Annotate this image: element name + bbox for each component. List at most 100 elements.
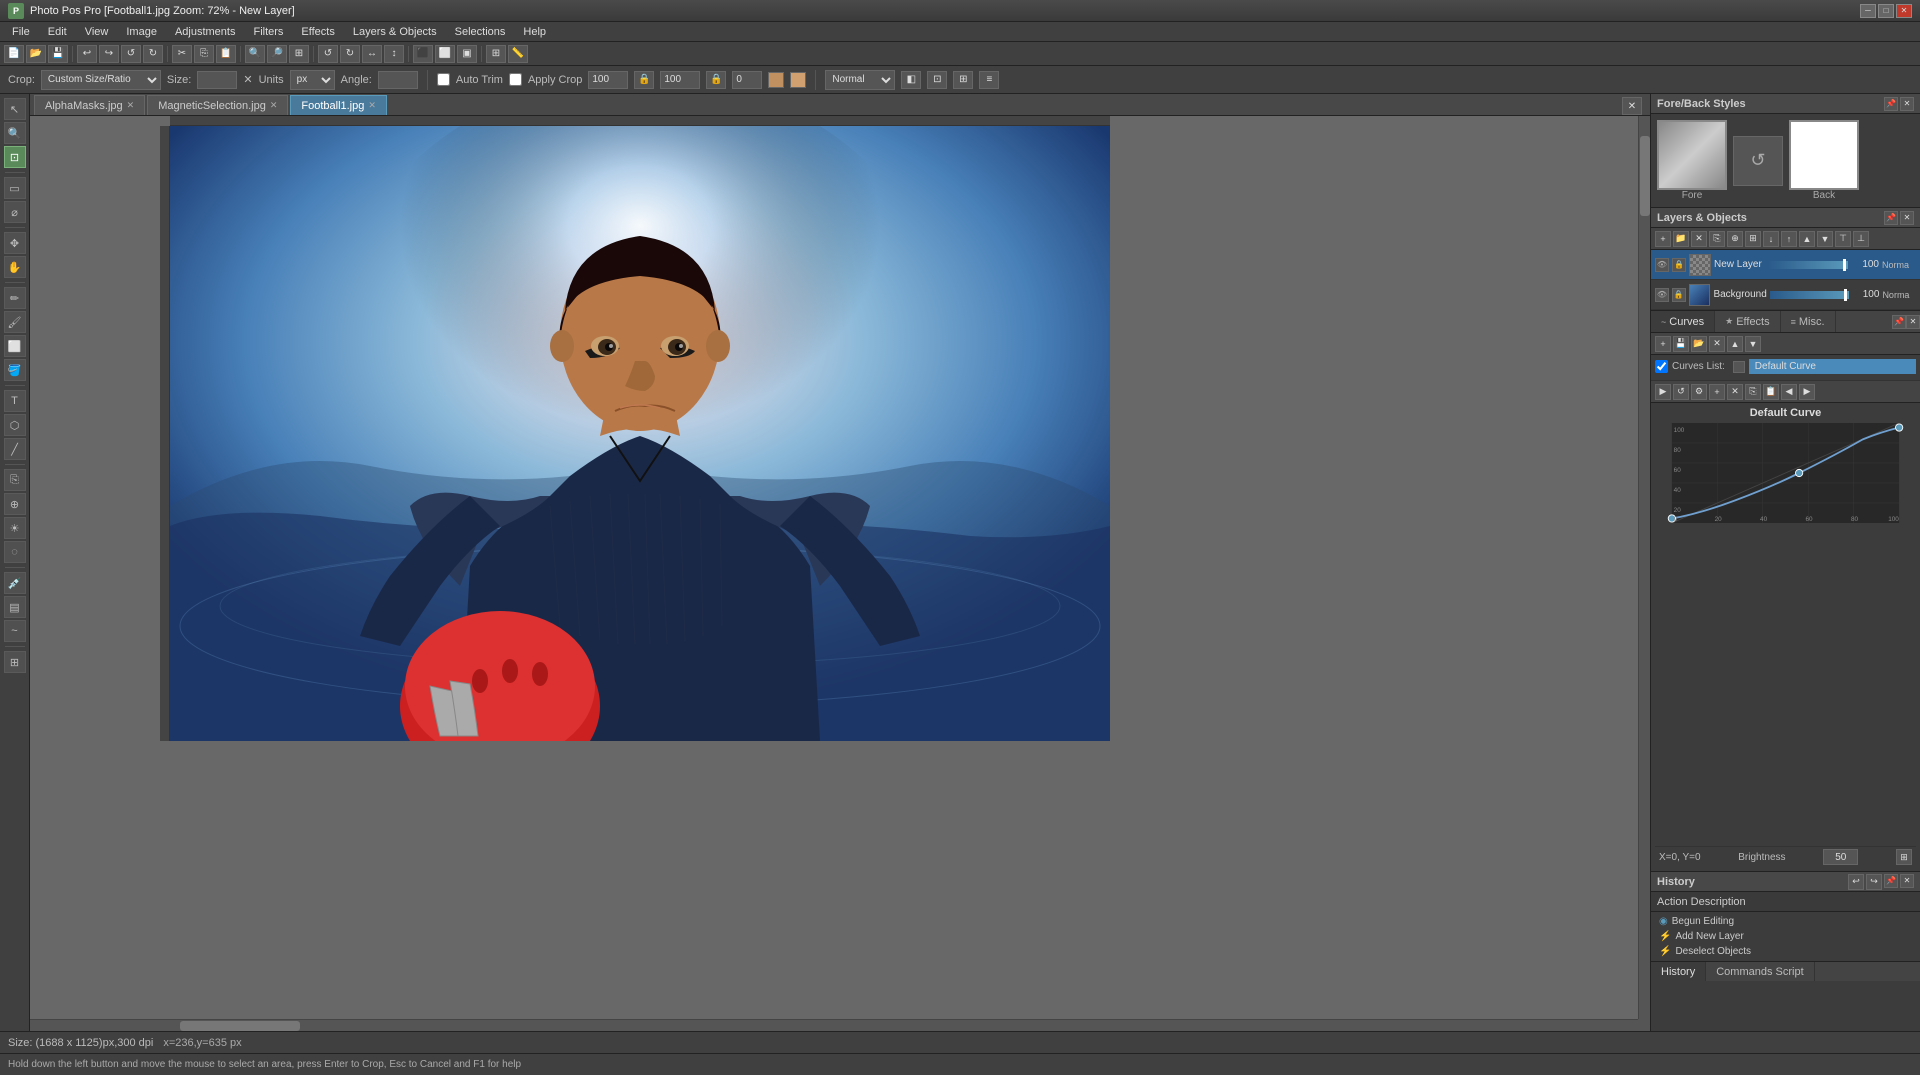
- vscroll-thumb[interactable]: [1640, 136, 1650, 216]
- more-options-btn[interactable]: ≡: [979, 71, 999, 89]
- blend-mode-select[interactable]: Normal: [825, 70, 895, 90]
- grid-button[interactable]: ⊞: [486, 45, 506, 63]
- tool-select-freehand[interactable]: ⌀: [4, 201, 26, 223]
- curve-graph[interactable]: 0 20 40 60 80 100 100 80 60 40 20 Bright…: [1655, 423, 1916, 523]
- distribute-btn[interactable]: ⊞: [953, 71, 973, 89]
- curves-list-checkbox[interactable]: [1655, 360, 1668, 373]
- vertical-scrollbar[interactable]: [1638, 116, 1650, 1019]
- history-step-back[interactable]: ↺: [121, 45, 141, 63]
- open-button[interactable]: 📂: [26, 45, 46, 63]
- history-item-3[interactable]: ⚡ Deselect Objects: [1655, 944, 1916, 959]
- layer-align-top[interactable]: ⊤: [1835, 231, 1851, 247]
- select-inv-button[interactable]: ▣: [457, 45, 477, 63]
- curve-delete-btn[interactable]: ✕: [1709, 336, 1725, 352]
- flip-h-button[interactable]: ↔: [362, 45, 382, 63]
- style-refresh-button[interactable]: ↺: [1733, 136, 1783, 186]
- layer-down[interactable]: ▼: [1817, 231, 1833, 247]
- auto-trim-checkbox[interactable]: [437, 73, 450, 86]
- curve-ctrl-paste[interactable]: 📋: [1763, 384, 1779, 400]
- tool-move[interactable]: ✥: [4, 232, 26, 254]
- deselect-button[interactable]: ⬜: [435, 45, 455, 63]
- curve-svg-container[interactable]: 0 20 40 60 80 100 100 80 60 40 20 Bright…: [1655, 423, 1916, 846]
- menu-layers-objects[interactable]: Layers & Objects: [345, 24, 445, 40]
- tool-clone[interactable]: ⎘: [4, 469, 26, 491]
- menu-image[interactable]: Image: [118, 24, 165, 40]
- color-fore-btn[interactable]: [768, 72, 784, 88]
- curve-down-btn[interactable]: ▼: [1745, 336, 1761, 352]
- layer-lock-bg[interactable]: 🔒: [1672, 288, 1686, 302]
- history-step-fwd[interactable]: ↻: [143, 45, 163, 63]
- curve-ctrl-left[interactable]: ◀: [1781, 384, 1797, 400]
- history-close[interactable]: ✕: [1900, 874, 1914, 888]
- menu-selections[interactable]: Selections: [447, 24, 514, 40]
- curve-save-btn[interactable]: 💾: [1673, 336, 1689, 352]
- cut-button[interactable]: ✂: [172, 45, 192, 63]
- curve-load-btn[interactable]: 📂: [1691, 336, 1707, 352]
- tool-smudge[interactable]: ~: [4, 620, 26, 642]
- rulers-button[interactable]: 📏: [508, 45, 528, 63]
- curves-panel-close[interactable]: ✕: [1906, 315, 1920, 329]
- tab-football1[interactable]: Football1.jpg ✕: [290, 95, 387, 115]
- curve-ctrl-delete-point[interactable]: ✕: [1727, 384, 1743, 400]
- zoom-fit-button[interactable]: ⊞: [289, 45, 309, 63]
- undo-button[interactable]: ↩: [77, 45, 97, 63]
- menu-adjustments[interactable]: Adjustments: [167, 24, 244, 40]
- curve-ctrl-reset[interactable]: ↺: [1673, 384, 1689, 400]
- curve-ctrl-settings[interactable]: ⚙: [1691, 384, 1707, 400]
- tool-line[interactable]: ╱: [4, 438, 26, 460]
- layer-up[interactable]: ▲: [1799, 231, 1815, 247]
- align-center-btn[interactable]: ⊡: [927, 71, 947, 89]
- tool-select-rect[interactable]: ▭: [4, 177, 26, 199]
- layer-align-bottom[interactable]: ⊥: [1853, 231, 1869, 247]
- default-curve-item[interactable]: Default Curve: [1749, 359, 1916, 374]
- layer-lock-new[interactable]: 🔒: [1672, 258, 1686, 272]
- layer-new-group[interactable]: 📁: [1673, 231, 1689, 247]
- menu-filters[interactable]: Filters: [245, 24, 291, 40]
- tool-text[interactable]: T: [4, 390, 26, 412]
- tool-gradient[interactable]: ▤: [4, 596, 26, 618]
- angle-input[interactable]: [378, 71, 418, 89]
- size-width-input[interactable]: [197, 71, 237, 89]
- curve-ctrl-copy[interactable]: ⎘: [1745, 384, 1761, 400]
- layer-opacity-handle-new[interactable]: [1843, 259, 1846, 271]
- menu-edit[interactable]: Edit: [40, 24, 75, 40]
- layer-opacity-handle-bg[interactable]: [1844, 289, 1847, 301]
- rotate-cw-button[interactable]: ↻: [340, 45, 360, 63]
- tab-close-panel[interactable]: ✕: [1622, 97, 1642, 115]
- copy-button[interactable]: ⎘: [194, 45, 214, 63]
- save-button[interactable]: 💾: [48, 45, 68, 63]
- flip-v-button[interactable]: ↕: [384, 45, 404, 63]
- curve-ctrl-add-point[interactable]: +: [1709, 384, 1725, 400]
- tool-eraser[interactable]: ⬜: [4, 335, 26, 357]
- crop-select[interactable]: Custom Size/Ratio: [41, 70, 161, 90]
- select-all-button[interactable]: ⬛: [413, 45, 433, 63]
- zoom-out-button[interactable]: 🔍: [245, 45, 265, 63]
- curves-tab-effects[interactable]: ★ Effects: [1715, 311, 1781, 332]
- menu-file[interactable]: File: [4, 24, 38, 40]
- back-style-swatch[interactable]: [1789, 120, 1859, 190]
- tool-blur[interactable]: ◌: [4, 541, 26, 563]
- tool-pointer[interactable]: ↖: [4, 98, 26, 120]
- layer-opacity-bar-new[interactable]: [1768, 261, 1848, 269]
- layer-delete-button[interactable]: ✕: [1691, 231, 1707, 247]
- rotate-ccw-button[interactable]: ↺: [318, 45, 338, 63]
- history-item-1[interactable]: ◉ Begun Editing: [1655, 914, 1916, 929]
- tab-close-alphamasks[interactable]: ✕: [127, 100, 135, 111]
- tool-pencil[interactable]: ✏: [4, 287, 26, 309]
- tool-crop[interactable]: ⊡: [4, 146, 26, 168]
- tool-hand[interactable]: ✋: [4, 256, 26, 278]
- paste-button[interactable]: 📋: [216, 45, 236, 63]
- curve-ctrl-right[interactable]: ▶: [1799, 384, 1815, 400]
- align-left-btn[interactable]: ◧: [901, 71, 921, 89]
- history-pin[interactable]: 📌: [1884, 874, 1898, 888]
- fore-back-pin[interactable]: 📌: [1884, 97, 1898, 111]
- canvas-scroll[interactable]: [30, 116, 1638, 1019]
- layers-close[interactable]: ✕: [1900, 211, 1914, 225]
- brightness-expand[interactable]: ⊞: [1896, 849, 1912, 865]
- menu-help[interactable]: Help: [515, 24, 554, 40]
- apply-crop-checkbox[interactable]: [509, 73, 522, 86]
- curve-up-btn[interactable]: ▲: [1727, 336, 1743, 352]
- curve-ctrl-play[interactable]: ▶: [1655, 384, 1671, 400]
- brightness-value-input[interactable]: [1823, 849, 1858, 865]
- layer-visibility-bg[interactable]: 👁: [1655, 288, 1669, 302]
